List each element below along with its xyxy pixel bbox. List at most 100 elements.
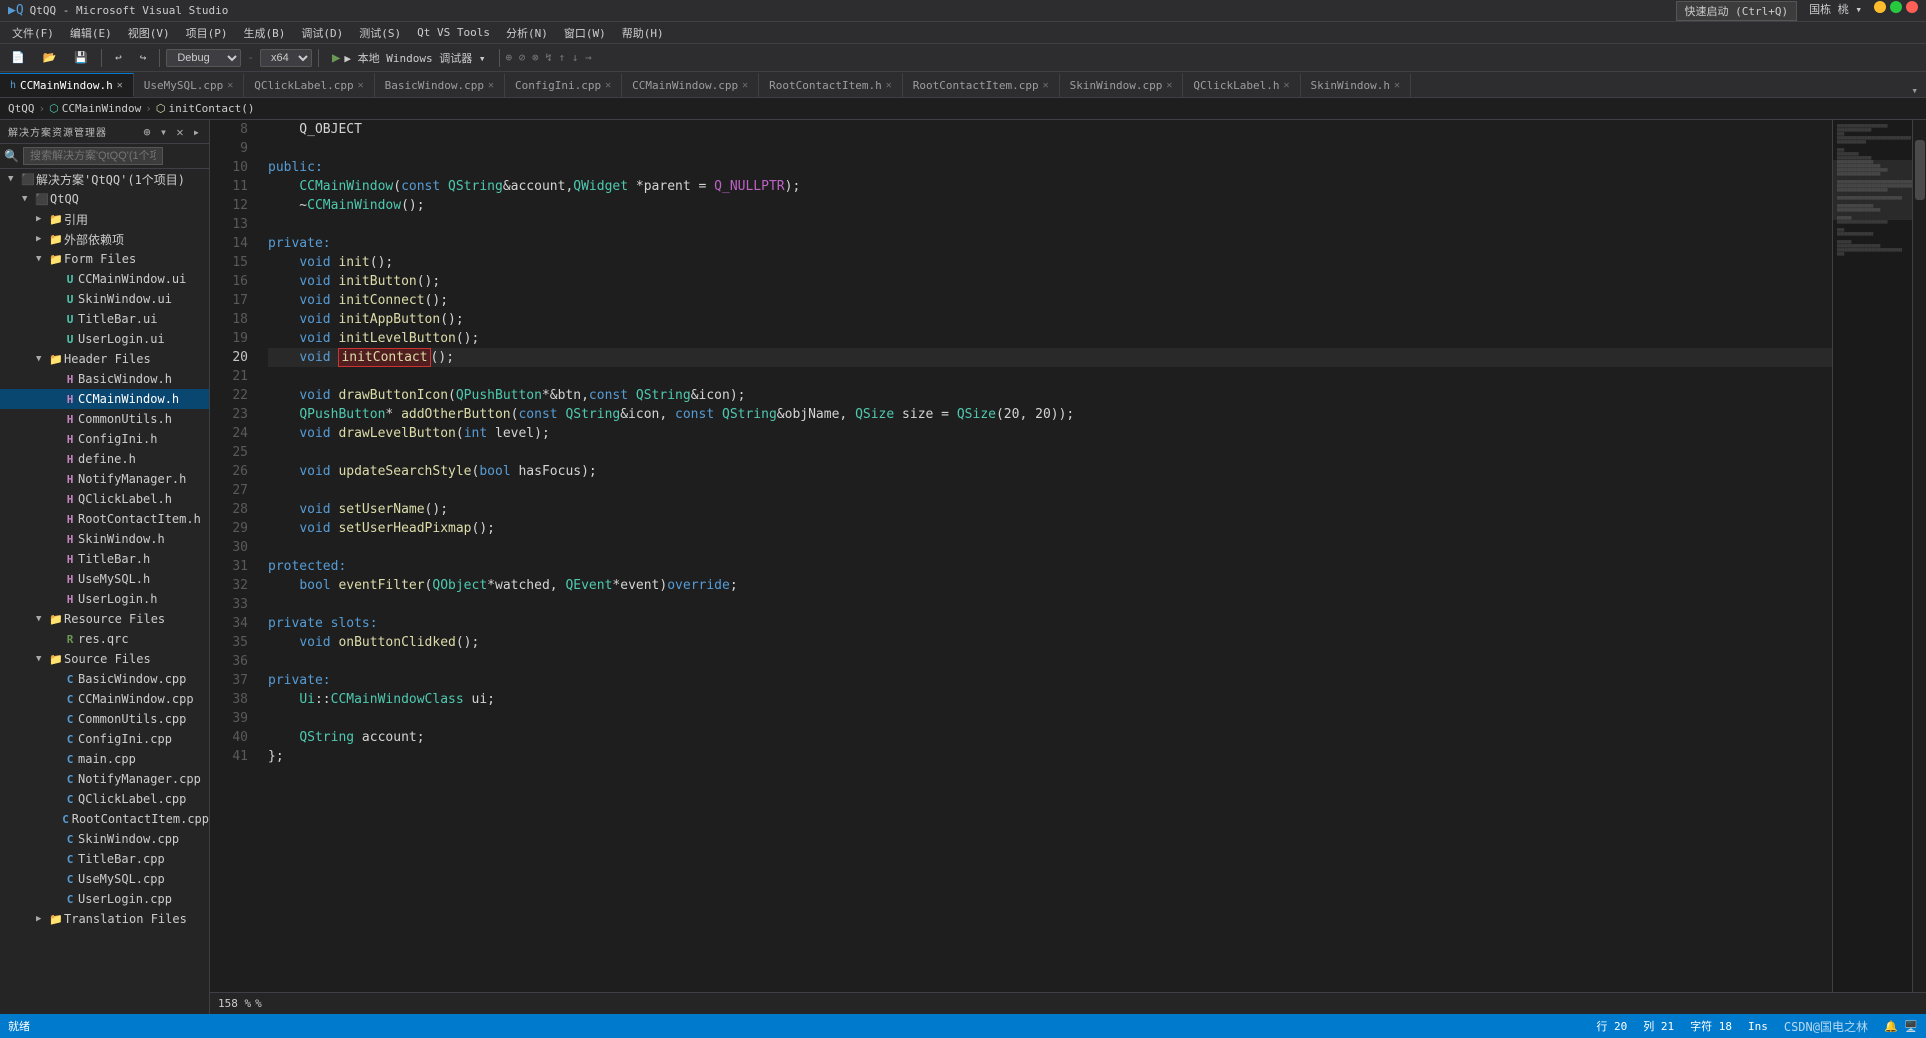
tab-usemysql-cpp[interactable]: UseMySQL.cpp ✕	[134, 73, 245, 97]
tree-item-header-files[interactable]: ▼📁Header Files	[0, 349, 209, 369]
tree-item-skinwindow-cpp[interactable]: CSkinWindow.cpp	[0, 829, 209, 849]
status-ins[interactable]: Ins	[1748, 1020, 1768, 1033]
tree-item-ccmainwindow-ui[interactable]: UCCMainWindow.ui	[0, 269, 209, 289]
menu-file[interactable]: 文件(F)	[4, 23, 62, 43]
tree-item-res-qrc[interactable]: Rres.qrc	[0, 629, 209, 649]
tab-ccmainwindow-cpp[interactable]: CCMainWindow.cpp ✕	[622, 73, 759, 97]
close-button[interactable]	[1906, 1, 1918, 13]
sidebar-controls[interactable]: ⊕ ▾ ✕ ▸	[143, 125, 201, 139]
user-label[interactable]: 国栋 桃 ▾	[1809, 1, 1862, 21]
menu-build[interactable]: 生成(B)	[236, 23, 294, 43]
tab-skinwindow-h[interactable]: SkinWindow.h ✕	[1301, 73, 1412, 97]
tree-item-userlogin-cpp[interactable]: CUserLogin.cpp	[0, 889, 209, 909]
tab-close-configini[interactable]: ✕	[605, 80, 611, 91]
tab-overflow[interactable]: ▾	[1903, 84, 1926, 97]
minimize-button[interactable]	[1874, 1, 1886, 13]
tree-item-qclicklabel-cpp[interactable]: CQClickLabel.cpp	[0, 789, 209, 809]
menu-debug[interactable]: 调试(D)	[293, 23, 351, 43]
toolbar-btn-new[interactable]: 📄	[4, 48, 32, 67]
tree-item-source-files[interactable]: ▼📁Source Files	[0, 649, 209, 669]
tree-item-rootcontactitem-h[interactable]: HRootContactItem.h	[0, 509, 209, 529]
tree-item------qtqq--1----[interactable]: ▼⬛解决方案'QtQQ'(1个项目)	[0, 169, 209, 189]
tab-close-basicwindow[interactable]: ✕	[488, 80, 494, 91]
breadcrumb-project[interactable]: QtQQ	[8, 102, 35, 115]
zoom-label[interactable]: 158 %	[218, 997, 251, 1010]
menu-window[interactable]: 窗口(W)	[556, 23, 614, 43]
tab-rootcontactitem-cpp[interactable]: RootContactItem.cpp ✕	[903, 73, 1060, 97]
config-dropdown[interactable]: Debug Release	[166, 49, 241, 67]
tree-item-main-cpp[interactable]: Cmain.cpp	[0, 749, 209, 769]
tree-item-usemysql-h[interactable]: HUseMySQL.h	[0, 569, 209, 589]
tree-item-define-h[interactable]: Hdefine.h	[0, 449, 209, 469]
tab-close-rootcontactitem-h[interactable]: ✕	[886, 80, 892, 91]
tree-item------[interactable]: ▶📁外部依赖项	[0, 229, 209, 249]
tree-item-commonutils-h[interactable]: HCommonUtils.h	[0, 409, 209, 429]
tree-item-basicwindow-cpp[interactable]: CBasicWindow.cpp	[0, 669, 209, 689]
tree-item---[interactable]: ▶📁引用	[0, 209, 209, 229]
tree-item-skinwindow-ui[interactable]: USkinWindow.ui	[0, 289, 209, 309]
right-scroll-thumb[interactable]	[1915, 140, 1925, 200]
tree-item-configini-h[interactable]: HConfigIni.h	[0, 429, 209, 449]
tab-rootcontactitem-h[interactable]: RootContactItem.h ✕	[759, 73, 903, 97]
code-content[interactable]: Q_OBJECT public: CCMainWindow(const QStr…	[260, 120, 1832, 992]
tab-close-usemysql[interactable]: ✕	[227, 80, 233, 91]
minimap[interactable]: ████████████████████████████ ███████████…	[1832, 120, 1912, 992]
tree-item-basicwindow-h[interactable]: HBasicWindow.h	[0, 369, 209, 389]
right-scrollbar[interactable]	[1912, 120, 1926, 992]
tab-close-skinwindow-h[interactable]: ✕	[1394, 80, 1400, 91]
sidebar-search-input[interactable]	[23, 147, 163, 165]
breadcrumb-method[interactable]: ⬡ initContact()	[156, 102, 255, 115]
tab-configini-cpp[interactable]: ConfigIni.cpp ✕	[505, 73, 622, 97]
toolbar-btn-save[interactable]: 💾	[67, 48, 95, 67]
tree-item-titlebar-cpp[interactable]: CTitleBar.cpp	[0, 849, 209, 869]
tree-item-qtqq[interactable]: ▼⬛QtQQ	[0, 189, 209, 209]
tab-qclicklabel-h[interactable]: QClickLabel.h ✕	[1183, 73, 1300, 97]
tab-qclicklabel-cpp[interactable]: QClickLabel.cpp ✕	[244, 73, 374, 97]
tree-item-notifymanager-h[interactable]: HNotifyManager.h	[0, 469, 209, 489]
tab-close-ccmainwindow-cpp[interactable]: ✕	[742, 80, 748, 91]
menu-view[interactable]: 视图(V)	[120, 23, 178, 43]
breadcrumb-class[interactable]: ⬡ CCMainWindow	[49, 102, 141, 115]
status-line[interactable]: 行 20	[1596, 1018, 1627, 1034]
menu-test[interactable]: 测试(S)	[351, 23, 409, 43]
menu-analyze[interactable]: 分析(N)	[498, 23, 556, 43]
toolbar-btn-undo[interactable]: ↩	[108, 48, 129, 67]
menu-edit[interactable]: 编辑(E)	[62, 23, 120, 43]
tree-item-rootcontactitem-cpp[interactable]: CRootContactItem.cpp	[0, 809, 209, 829]
tab-close-skinwindow-cpp[interactable]: ✕	[1166, 80, 1172, 91]
tree-item-commonutils-cpp[interactable]: CCommonUtils.cpp	[0, 709, 209, 729]
toolbar-btn-redo[interactable]: ↪	[133, 48, 154, 67]
tree-item-qclicklabel-h[interactable]: HQClickLabel.h	[0, 489, 209, 509]
menu-project[interactable]: 项目(P)	[178, 23, 236, 43]
status-col[interactable]: 列 21	[1643, 1018, 1674, 1034]
tab-basicwindow-cpp[interactable]: BasicWindow.cpp ✕	[375, 73, 505, 97]
tree-item-ccmainwindow-cpp[interactable]: CCCMainWindow.cpp	[0, 689, 209, 709]
tab-skinwindow-cpp[interactable]: SkinWindow.cpp ✕	[1060, 73, 1184, 97]
toolbar-btn-open[interactable]: 📂	[36, 48, 64, 67]
tree-item-translation-files[interactable]: ▶📁Translation Files	[0, 909, 209, 929]
tree-item-skinwindow-h[interactable]: HSkinWindow.h	[0, 529, 209, 549]
tree-item-notifymanager-cpp[interactable]: CNotifyManager.cpp	[0, 769, 209, 789]
tree-item-titlebar-h[interactable]: HTitleBar.h	[0, 549, 209, 569]
tab-close-rootcontactitem-cpp[interactable]: ✕	[1043, 80, 1049, 91]
menu-qt[interactable]: Qt VS Tools	[409, 24, 498, 41]
tree-item-form-files[interactable]: ▼📁Form Files	[0, 249, 209, 269]
title-bar-left: ▶Q QtQQ - Microsoft Visual Studio	[8, 3, 228, 18]
status-ch[interactable]: 字符 18	[1690, 1018, 1732, 1034]
tree-item-resource-files[interactable]: ▼📁Resource Files	[0, 609, 209, 629]
maximize-button[interactable]	[1890, 1, 1902, 13]
tab-close-qclicklabel-h[interactable]: ✕	[1284, 80, 1290, 91]
search-label[interactable]: 快速启动 (Ctrl+Q)	[1676, 1, 1798, 21]
tree-item-titlebar-ui[interactable]: UTitleBar.ui	[0, 309, 209, 329]
tree-item-userlogin-h[interactable]: HUserLogin.h	[0, 589, 209, 609]
tab-close-ccmainwindow-h[interactable]: ✕	[117, 80, 123, 91]
run-button[interactable]: ▶ ▶ 本地 Windows 调试器 ▾	[325, 47, 493, 69]
tab-ccmainwindow-h[interactable]: h CCMainWindow.h ✕	[0, 73, 134, 97]
menu-help[interactable]: 帮助(H)	[614, 23, 672, 43]
arch-dropdown[interactable]: x64 x86	[260, 49, 312, 67]
tree-item-usemysql-cpp[interactable]: CUseMySQL.cpp	[0, 869, 209, 889]
tree-item-ccmainwindow-h[interactable]: HCCMainWindow.h	[0, 389, 209, 409]
tree-item-userlogin-ui[interactable]: UUserLogin.ui	[0, 329, 209, 349]
tab-close-qclicklabel[interactable]: ✕	[358, 80, 364, 91]
tree-item-configini-cpp[interactable]: CConfigIni.cpp	[0, 729, 209, 749]
